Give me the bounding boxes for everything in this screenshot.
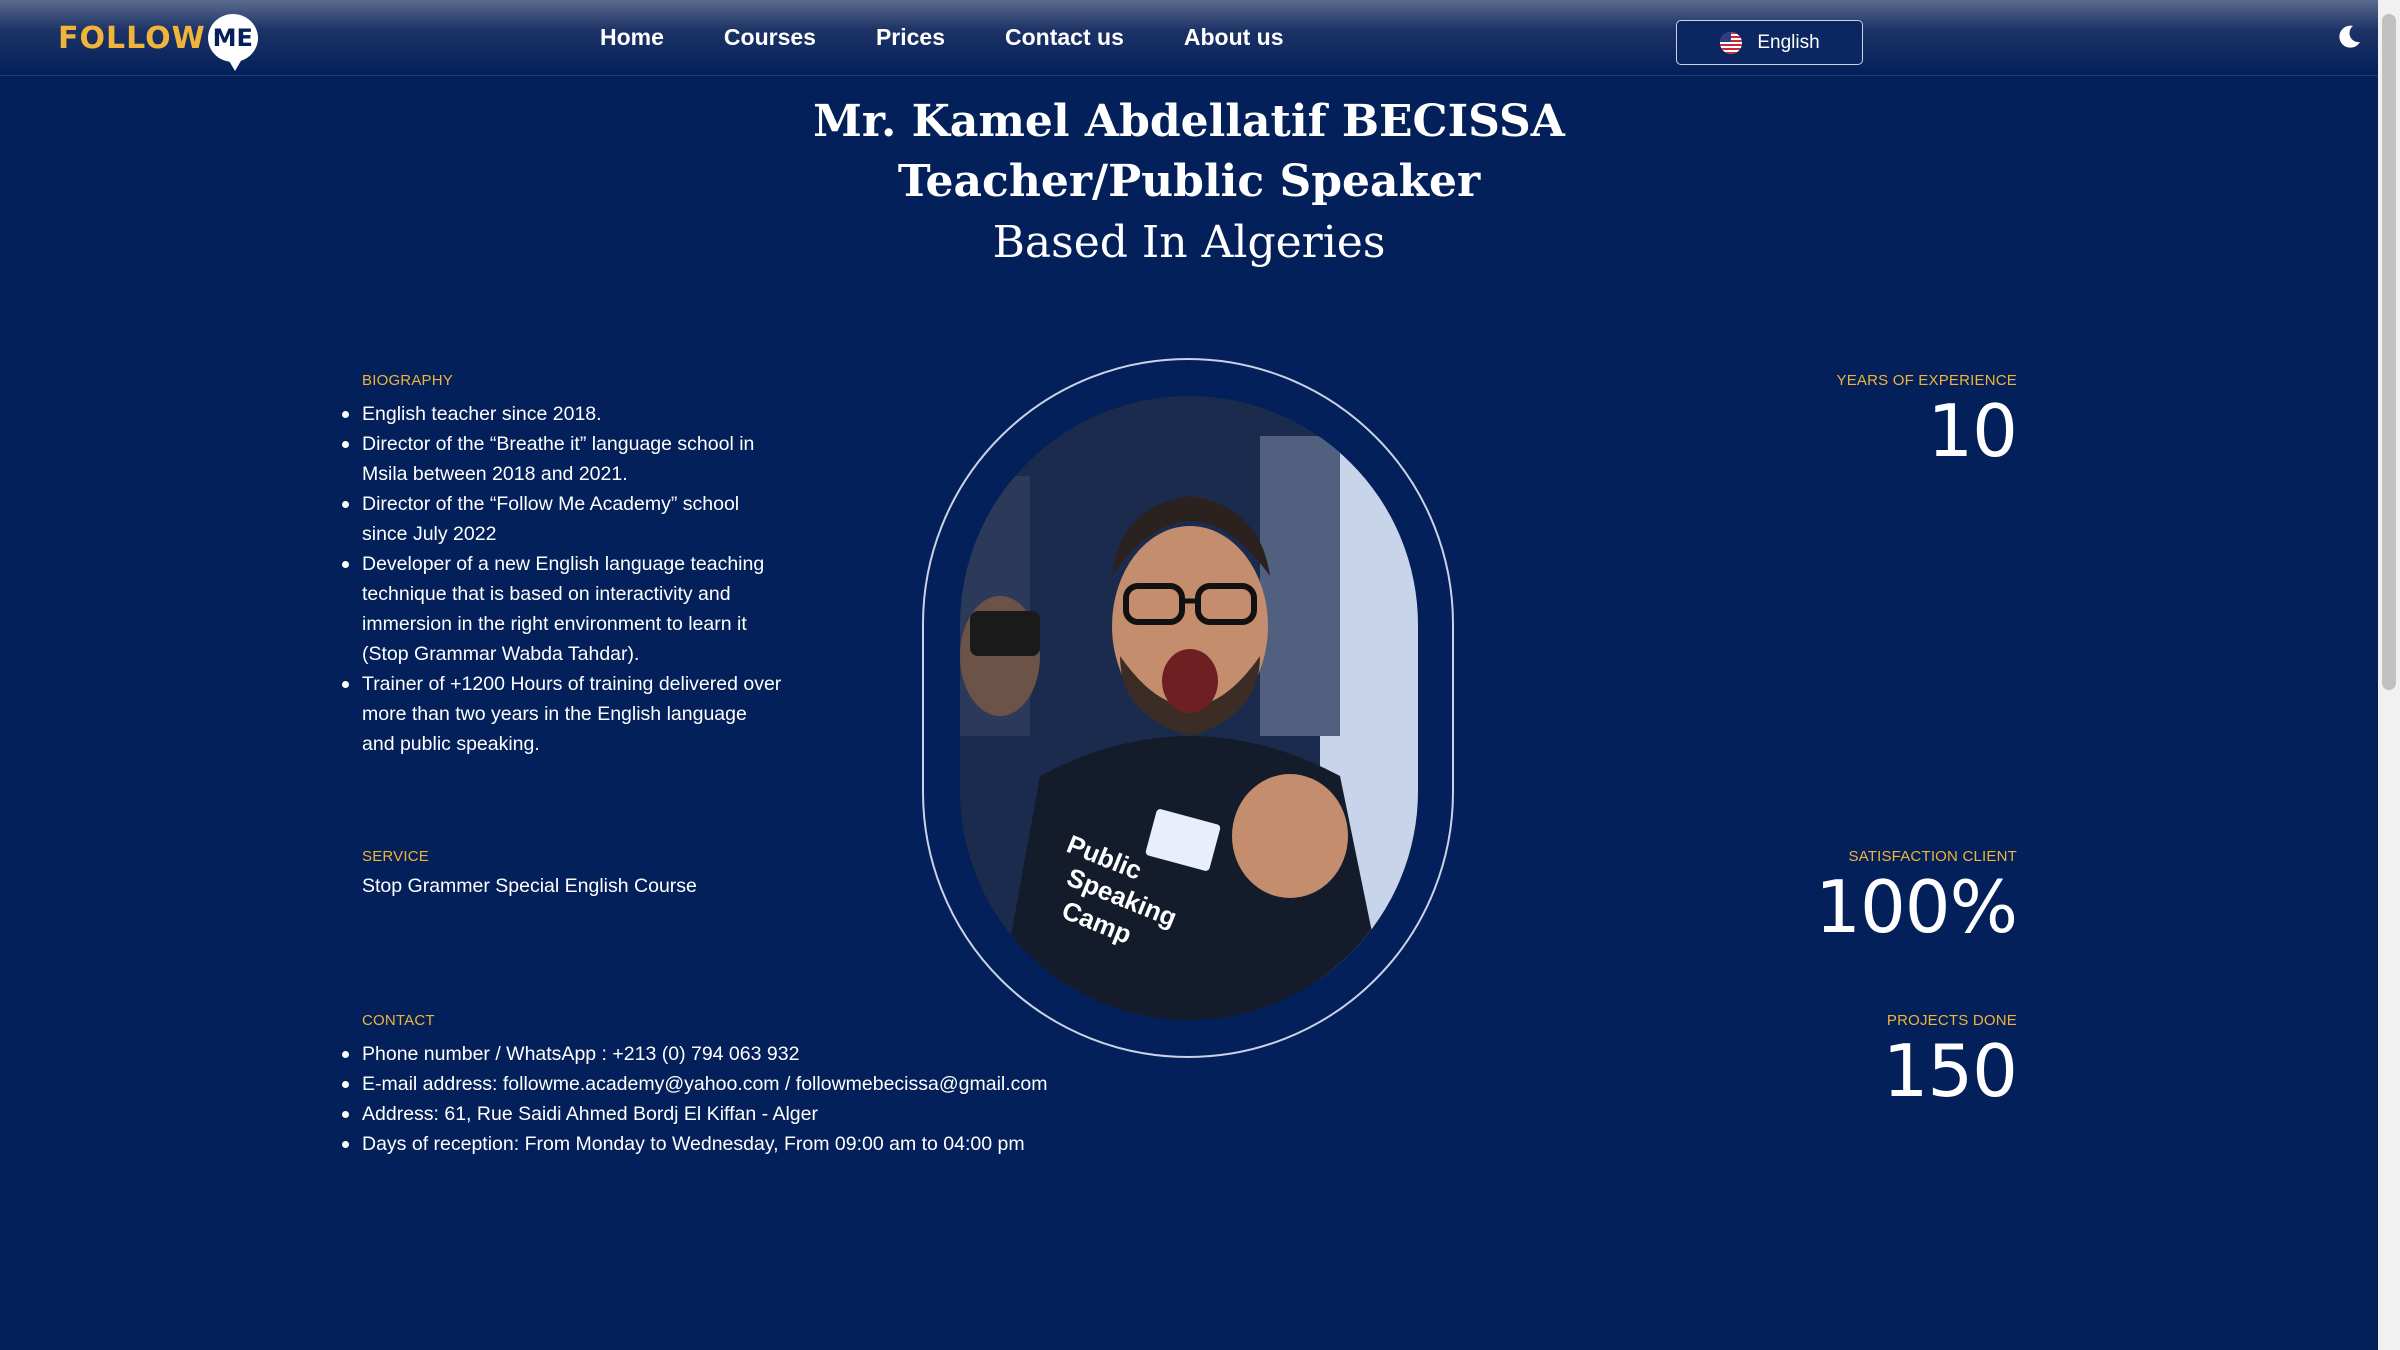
contact-email: E-mail address: followme.academy@yahoo.c…: [342, 1069, 1162, 1099]
portrait-illustration: Public Speaking Camp: [960, 396, 1418, 1020]
main-nav: Home Courses Prices Contact us About us: [600, 24, 1344, 51]
moon-icon[interactable]: [2336, 24, 2362, 50]
projects-done-stat: PROJECTS DONE 150: [1882, 1012, 2018, 1113]
service-value: Stop Grammer Special English Course: [362, 875, 697, 897]
teacher-role: Teacher/Public Speaker: [897, 156, 1481, 207]
stat-label: SATISFACTION CLIENT: [1848, 848, 2017, 865]
stat-value: 150: [1882, 1029, 2018, 1113]
nav-home[interactable]: Home: [600, 24, 664, 51]
logo-text: FOLLOW: [58, 20, 206, 56]
satisfaction-client-stat: SATISFACTION CLIENT 100%: [1815, 848, 2018, 949]
service-section: SERVICE Stop Grammer Special English Cou…: [362, 848, 862, 898]
contact-phone: Phone number / WhatsApp : +213 (0) 794 0…: [342, 1039, 1162, 1069]
top-navbar: FOLLOW ME Home Courses Prices Contact us…: [0, 0, 2378, 76]
stat-label: YEARS OF EXPERIENCE: [1836, 372, 2017, 389]
language-label: English: [1757, 31, 1820, 53]
us-flag-icon: [1720, 31, 1743, 54]
contact-section: CONTACT Phone number / WhatsApp : +213 (…: [342, 1012, 1162, 1159]
teacher-name: Mr. Kamel Abdellatif BECISSA: [813, 96, 1565, 147]
list-item: English teacher since 2018.: [342, 399, 782, 429]
biography-list: English teacher since 2018. Director of …: [342, 399, 782, 759]
page-scrollbar[interactable]: [2378, 0, 2400, 1350]
scrollbar-thumb[interactable]: [2382, 14, 2396, 690]
nav-contact-us[interactable]: Contact us: [1005, 24, 1124, 51]
language-selector-button[interactable]: English: [1676, 20, 1863, 65]
contact-list: Phone number / WhatsApp : +213 (0) 794 0…: [342, 1039, 1162, 1159]
follow-me-logo[interactable]: FOLLOW ME: [58, 12, 258, 71]
stat-label: PROJECTS DONE: [1886, 1012, 2017, 1029]
service-label: SERVICE: [362, 848, 429, 865]
biography-label: BIOGRAPHY: [362, 372, 453, 389]
list-item: Director of the “Follow Me Academy” scho…: [342, 489, 782, 549]
list-item: Trainer of +1200 Hours of training deliv…: [342, 669, 782, 759]
logo-speech-bubble-icon: ME: [207, 14, 258, 71]
hero-heading: Mr. Kamel Abdellatif BECISSA Teacher/Pub…: [0, 92, 2378, 274]
teacher-portrait-photo: Public Speaking Camp: [960, 396, 1418, 1020]
nav-courses[interactable]: Courses: [724, 24, 816, 51]
contact-address: Address: 61, Rue Saidi Ahmed Bordj El Ki…: [342, 1099, 1162, 1129]
stat-value: 10: [1927, 389, 2018, 473]
nav-about-us[interactable]: About us: [1184, 24, 1284, 51]
biography-section: BIOGRAPHY English teacher since 2018. Di…: [342, 372, 782, 759]
teacher-location: Based In Algeries: [992, 217, 1386, 268]
contact-reception-days: Days of reception: From Monday to Wednes…: [342, 1129, 1162, 1159]
years-of-experience-stat: YEARS OF EXPERIENCE 10: [1836, 372, 2018, 473]
list-item: Developer of a new English language teac…: [342, 549, 782, 669]
nav-prices[interactable]: Prices: [876, 24, 945, 51]
stat-value: 100%: [1815, 865, 2018, 949]
list-item: Director of the “Breathe it” language sc…: [342, 429, 782, 489]
